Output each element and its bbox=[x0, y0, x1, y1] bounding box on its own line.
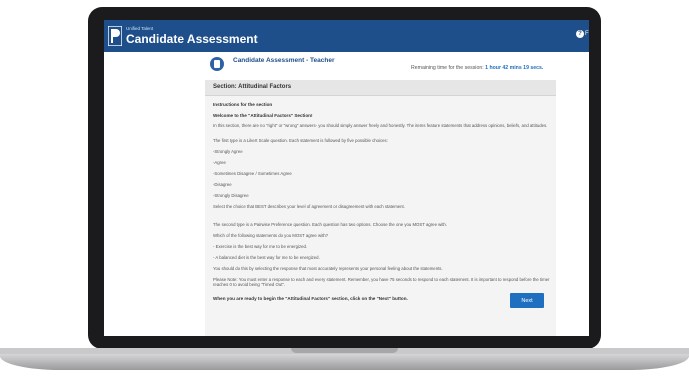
section-title: Section: Attitudinal Factors bbox=[213, 84, 292, 90]
unified-talent-logo-icon bbox=[108, 26, 122, 46]
likert-intro-text: The first type is a Likert Scale questio… bbox=[213, 138, 388, 143]
screen: Unified Talent Candidate Assessment ? F … bbox=[104, 20, 589, 336]
choice-strongly-agree: -Strongly Agree bbox=[213, 149, 243, 154]
choice-disagree: -Disagree bbox=[213, 182, 232, 187]
next-button[interactable]: Next bbox=[510, 293, 544, 308]
instructions-panel: Instructions for the section Welcome to … bbox=[205, 96, 556, 336]
choice-strongly-disagree: -Strongly Disagree bbox=[213, 193, 249, 198]
represent-text: You should do this by selecting the resp… bbox=[213, 266, 443, 271]
ready-text: When you are ready to begin the "Attitud… bbox=[213, 296, 408, 301]
brand-name: Unified Talent bbox=[126, 26, 154, 31]
app-title: Candidate Assessment bbox=[126, 32, 258, 46]
session-timer: Remaining time for the session: 1 hour 4… bbox=[411, 65, 543, 71]
laptop-notch bbox=[291, 348, 398, 353]
instructions-heading: Instructions for the section bbox=[213, 102, 273, 107]
laptop-base bbox=[0, 354, 689, 370]
app-header: Unified Talent Candidate Assessment ? F bbox=[104, 20, 589, 52]
pairwise-intro-text: The second type is a Pairwise Preference… bbox=[213, 222, 447, 227]
help-label[interactable]: F bbox=[585, 30, 589, 38]
choice-agree: -Agree bbox=[213, 160, 226, 165]
help-icon[interactable]: ? bbox=[576, 30, 584, 38]
likert-select-text: Select the choice that BEST describes yo… bbox=[213, 204, 405, 209]
assessment-title: Candidate Assessment - Teacher bbox=[233, 57, 335, 64]
intro-text: In this section, there are no "right" or… bbox=[213, 123, 548, 128]
timer-label: Remaining time for the session: bbox=[411, 65, 484, 71]
example-option-1: - Exercise is the best way for me to be … bbox=[213, 244, 308, 249]
example-question: Which of the following statements do you… bbox=[213, 233, 329, 238]
timer-value: 1 hour 42 mins 19 secs. bbox=[485, 65, 544, 71]
section-header: Section: Attitudinal Factors bbox=[205, 80, 556, 96]
note-text: Please Note: You must enter a response t… bbox=[213, 277, 550, 287]
assessment-doc-icon bbox=[210, 57, 224, 71]
example-option-2: - A balanced diet is the best way for me… bbox=[213, 255, 320, 260]
choice-sometimes: -Sometimes Disagree / Sometimes Agree bbox=[213, 171, 292, 176]
welcome-text: Welcome to the "Attitudinal Factors" Sec… bbox=[213, 113, 313, 118]
